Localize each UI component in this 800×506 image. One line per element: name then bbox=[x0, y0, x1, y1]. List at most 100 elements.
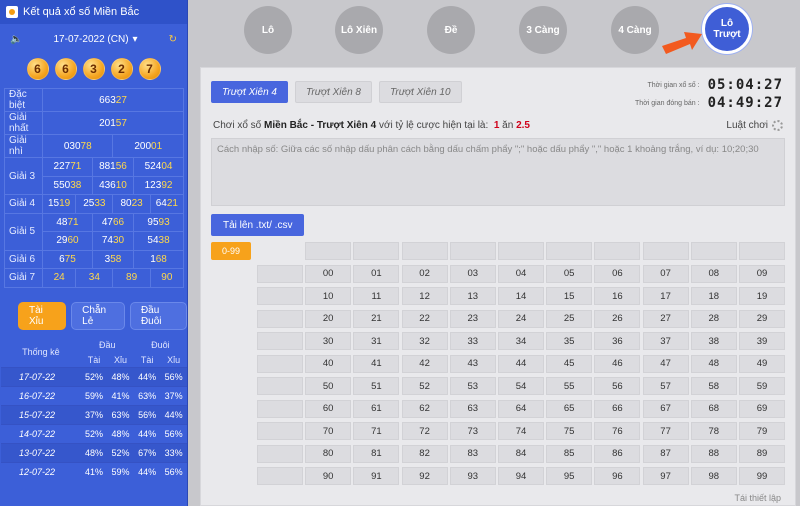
number-cell[interactable]: 21 bbox=[353, 309, 400, 328]
grid-header-cell[interactable] bbox=[305, 242, 352, 260]
number-cell[interactable]: 39 bbox=[739, 332, 785, 350]
number-cell[interactable]: 05 bbox=[546, 264, 593, 283]
number-cell[interactable]: 11 bbox=[353, 287, 400, 305]
number-cell[interactable]: 97 bbox=[642, 467, 689, 485]
range-0-99-button[interactable]: 0-99 bbox=[211, 242, 251, 260]
number-cell[interactable]: 70 bbox=[305, 422, 352, 440]
number-cell[interactable]: 76 bbox=[594, 422, 641, 440]
number-cell[interactable]: 07 bbox=[642, 264, 689, 283]
grid-row-header-cell[interactable] bbox=[257, 264, 303, 283]
reset-link[interactable]: Tái thiết lập bbox=[734, 493, 781, 503]
number-cell[interactable]: 41 bbox=[353, 354, 400, 373]
tab-lo-xien[interactable]: Lô Xiên bbox=[335, 6, 383, 54]
number-cell[interactable]: 12 bbox=[401, 287, 448, 305]
number-cell[interactable]: 14 bbox=[498, 287, 544, 305]
number-cell[interactable]: 87 bbox=[642, 444, 689, 463]
grid-header-cell[interactable] bbox=[498, 242, 544, 260]
tab-lo[interactable]: Lô bbox=[244, 6, 292, 54]
number-cell[interactable]: 54 bbox=[498, 377, 544, 395]
grid-row-header-cell[interactable] bbox=[257, 399, 303, 418]
number-cell[interactable]: 52 bbox=[401, 377, 448, 395]
number-cell[interactable]: 92 bbox=[401, 467, 448, 485]
play-tab[interactable]: Trượt Xiên 10 bbox=[379, 81, 462, 103]
number-cell[interactable]: 32 bbox=[401, 332, 448, 350]
numbers-input[interactable]: Cách nhập số: Giữa các số nhập dấu phân … bbox=[211, 138, 785, 206]
number-cell[interactable]: 46 bbox=[594, 354, 641, 373]
number-cell[interactable]: 96 bbox=[594, 467, 641, 485]
number-cell[interactable]: 79 bbox=[739, 422, 785, 440]
number-cell[interactable]: 42 bbox=[401, 354, 448, 373]
number-cell[interactable]: 17 bbox=[642, 287, 689, 305]
number-cell[interactable]: 34 bbox=[498, 332, 544, 350]
number-cell[interactable]: 09 bbox=[739, 264, 785, 283]
number-cell[interactable]: 63 bbox=[449, 399, 496, 418]
number-cell[interactable]: 50 bbox=[305, 377, 352, 395]
number-cell[interactable]: 82 bbox=[401, 444, 448, 463]
number-cell[interactable]: 74 bbox=[498, 422, 544, 440]
number-cell[interactable]: 67 bbox=[642, 399, 689, 418]
number-cell[interactable]: 03 bbox=[449, 264, 496, 283]
tab-lo-truot[interactable]: Lô Trượt bbox=[702, 4, 752, 54]
number-cell[interactable]: 27 bbox=[642, 309, 689, 328]
number-cell[interactable]: 93 bbox=[449, 467, 496, 485]
number-cell[interactable]: 61 bbox=[353, 399, 400, 418]
number-cell[interactable]: 80 bbox=[305, 444, 352, 463]
tab-4-cang[interactable]: 4 Càng bbox=[611, 6, 659, 54]
number-cell[interactable]: 56 bbox=[594, 377, 641, 395]
number-cell[interactable]: 65 bbox=[546, 399, 593, 418]
upload-file-button[interactable]: Tải lên .txt/ .csv bbox=[211, 214, 305, 236]
number-cell[interactable]: 06 bbox=[594, 264, 641, 283]
number-cell[interactable]: 15 bbox=[546, 287, 593, 305]
number-cell[interactable]: 26 bbox=[594, 309, 641, 328]
number-cell[interactable]: 48 bbox=[690, 354, 737, 373]
number-cell[interactable]: 22 bbox=[401, 309, 448, 328]
number-cell[interactable]: 85 bbox=[546, 444, 593, 463]
number-cell[interactable]: 13 bbox=[449, 287, 496, 305]
number-cell[interactable]: 08 bbox=[690, 264, 737, 283]
number-cell[interactable]: 38 bbox=[690, 332, 737, 350]
number-cell[interactable]: 45 bbox=[546, 354, 593, 373]
number-cell[interactable]: 78 bbox=[690, 422, 737, 440]
number-cell[interactable]: 24 bbox=[498, 309, 544, 328]
number-cell[interactable]: 59 bbox=[739, 377, 785, 395]
grid-header-cell[interactable] bbox=[401, 242, 448, 260]
number-cell[interactable]: 57 bbox=[642, 377, 689, 395]
grid-row-header-cell[interactable] bbox=[257, 422, 303, 440]
number-cell[interactable]: 88 bbox=[690, 444, 737, 463]
number-cell[interactable]: 58 bbox=[690, 377, 737, 395]
grid-header-cell[interactable] bbox=[642, 242, 689, 260]
grid-header-cell[interactable] bbox=[449, 242, 496, 260]
tab-3-cang[interactable]: 3 Càng bbox=[519, 6, 567, 54]
grid-header-cell[interactable] bbox=[594, 242, 641, 260]
grid-row-header-cell[interactable] bbox=[257, 354, 303, 373]
number-cell[interactable]: 95 bbox=[546, 467, 593, 485]
play-tab[interactable]: Trượt Xiên 8 bbox=[295, 81, 372, 103]
number-cell[interactable]: 69 bbox=[739, 399, 785, 418]
number-cell[interactable]: 73 bbox=[449, 422, 496, 440]
grid-header-cell[interactable] bbox=[546, 242, 593, 260]
number-cell[interactable]: 43 bbox=[449, 354, 496, 373]
play-tab[interactable]: Trượt Xiên 4 bbox=[211, 81, 288, 103]
number-cell[interactable]: 98 bbox=[690, 467, 737, 485]
grid-header-cell[interactable] bbox=[690, 242, 737, 260]
number-cell[interactable]: 18 bbox=[690, 287, 737, 305]
number-cell[interactable]: 23 bbox=[449, 309, 496, 328]
number-cell[interactable]: 44 bbox=[498, 354, 544, 373]
number-cell[interactable]: 04 bbox=[498, 264, 544, 283]
stat-tab[interactable]: Đầu Đuôi bbox=[129, 301, 187, 330]
grid-row-header-cell[interactable] bbox=[257, 332, 303, 350]
number-cell[interactable]: 25 bbox=[546, 309, 593, 328]
number-cell[interactable]: 83 bbox=[449, 444, 496, 463]
number-cell[interactable]: 02 bbox=[401, 264, 448, 283]
number-cell[interactable]: 51 bbox=[353, 377, 400, 395]
number-cell[interactable]: 71 bbox=[353, 422, 400, 440]
number-cell[interactable]: 91 bbox=[353, 467, 400, 485]
number-cell[interactable]: 29 bbox=[739, 309, 785, 328]
stat-tab[interactable]: Chẵn Lẻ bbox=[71, 301, 125, 330]
number-cell[interactable]: 99 bbox=[739, 467, 785, 485]
number-cell[interactable]: 49 bbox=[739, 354, 785, 373]
number-cell[interactable]: 53 bbox=[449, 377, 496, 395]
number-cell[interactable]: 16 bbox=[594, 287, 641, 305]
grid-row-header-cell[interactable] bbox=[257, 444, 303, 463]
number-cell[interactable]: 35 bbox=[546, 332, 593, 350]
